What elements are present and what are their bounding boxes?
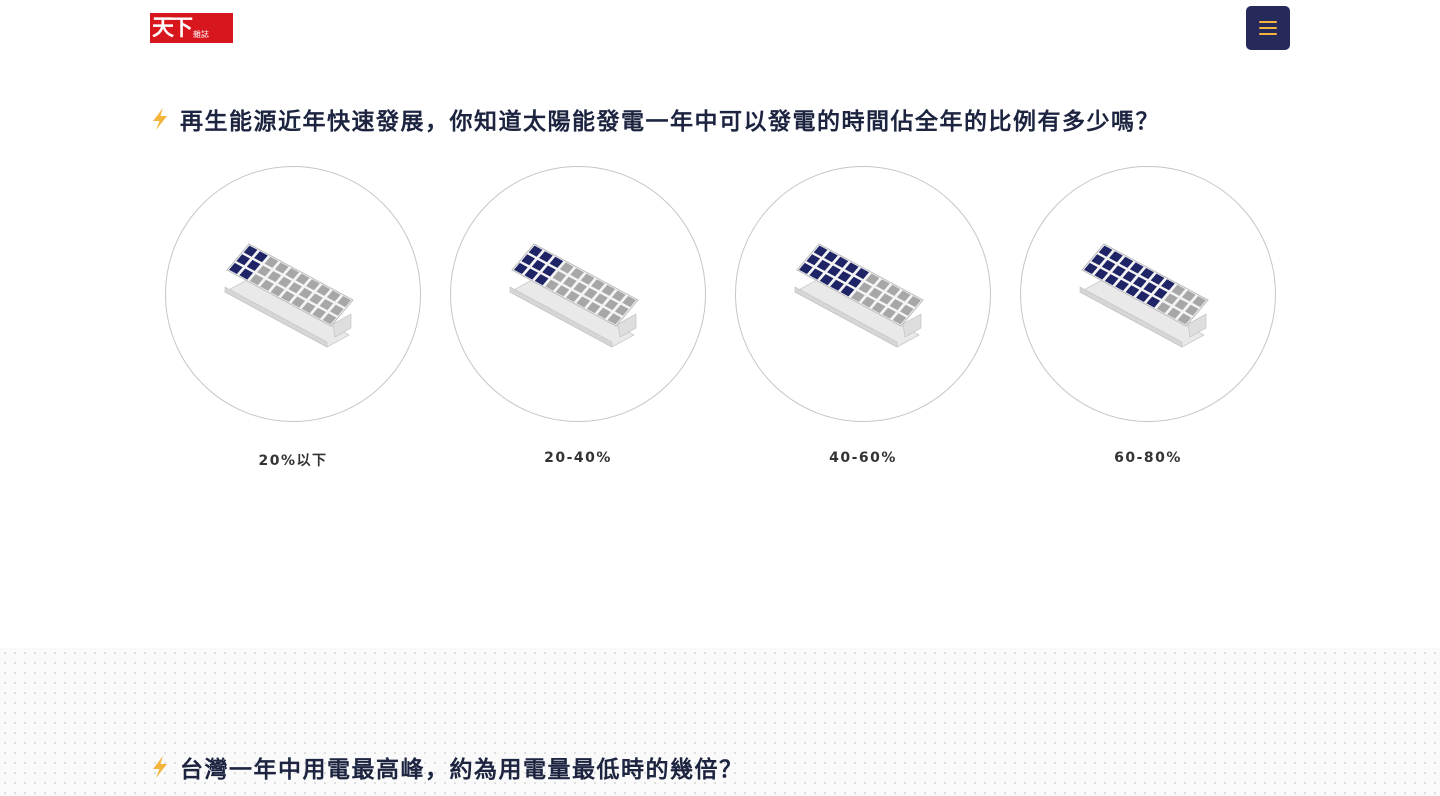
question-2-heading: 台灣一年中用電最高峰，約為用電量最低時的幾倍？	[150, 750, 744, 784]
solar-panel-icon	[794, 243, 924, 348]
hamburger-menu-icon	[1259, 21, 1277, 23]
solar-panel-icon	[224, 243, 354, 348]
option-label: 60-80%	[1114, 450, 1182, 466]
solar-panel-icon	[1079, 243, 1209, 348]
option-label: 40-60%	[829, 450, 897, 466]
answer-options: 20%以下 20-40% 40-60% 60-80%	[0, 166, 1440, 476]
option-label: 20%以下	[258, 453, 328, 469]
logo-main-text: 天下	[152, 15, 193, 41]
logo-sub-text: 雜誌	[193, 29, 210, 39]
answer-option-3[interactable]: 40-60%	[735, 166, 991, 476]
hamburger-menu-button[interactable]	[1246, 6, 1290, 50]
hamburger-menu-icon-line	[1259, 33, 1277, 35]
answer-option-2[interactable]: 20-40%	[450, 166, 706, 476]
solar-panel-icon	[509, 243, 639, 348]
question-1-text: 再生能源近年快速發展，你知道太陽能發電一年中可以發電的時間佔全年的比例有多少嗎？	[180, 109, 1160, 135]
answer-option-1[interactable]: 20%以下	[165, 166, 421, 476]
question-2-text: 台灣一年中用電最高峰，約為用電量最低時的幾倍？	[180, 757, 744, 783]
cw-logo[interactable]: 天下 雜誌	[150, 13, 233, 43]
question-1-heading: 再生能源近年快速發展，你知道太陽能發電一年中可以發電的時間佔全年的比例有多少嗎？	[150, 102, 1160, 136]
hamburger-menu-icon-line	[1259, 27, 1277, 29]
answer-option-4[interactable]: 60-80%	[1020, 166, 1276, 476]
option-label: 20-40%	[544, 450, 612, 466]
lightning-bolt-icon	[153, 108, 167, 130]
lightning-bolt-icon	[153, 756, 167, 778]
top-bar: 天下 雜誌	[0, 0, 1440, 60]
